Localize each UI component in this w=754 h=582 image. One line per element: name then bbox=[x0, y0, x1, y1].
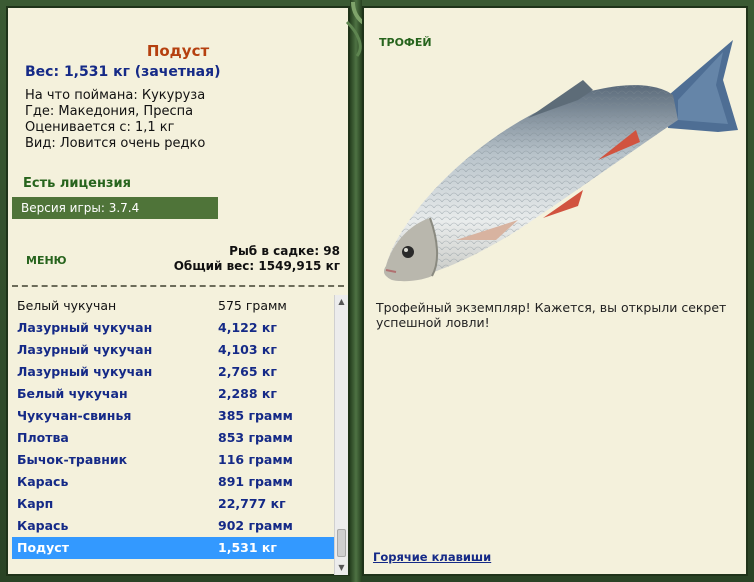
catch-fish-name: Лазурный чукучан bbox=[17, 320, 153, 335]
catch-fish-name: Карась bbox=[17, 518, 69, 533]
scroll-down-icon[interactable]: ▼ bbox=[335, 561, 348, 575]
fish-name: Подуст bbox=[146, 42, 210, 60]
catch-fish-name: Белый чукучан bbox=[17, 386, 128, 401]
catch-total-weight: Общий вес: 1549,915 кг bbox=[173, 259, 340, 273]
right-panel: ТРОФЕЙ Трофейный экземпляр! Кажется, вы … bbox=[362, 6, 748, 576]
catch-fish-weight: 22,777 кг bbox=[218, 496, 286, 511]
catch-list-scrollbar[interactable]: ▲ ▼ bbox=[334, 295, 348, 575]
list-item[interactable]: Белый чукучан 2,288 кг bbox=[12, 383, 334, 405]
catch-fish-weight: 2,288 кг bbox=[218, 386, 277, 401]
trophy-message: Трофейный экземпляр! Кажется, вы открыли… bbox=[376, 300, 727, 330]
catch-fish-weight: 853 грамм bbox=[218, 430, 293, 445]
catch-fish-weight: 902 грамм bbox=[218, 518, 293, 533]
list-item[interactable]: Карась 902 грамм bbox=[12, 515, 334, 537]
list-item[interactable]: Лазурный чукучан 2,765 кг bbox=[12, 361, 334, 383]
fish-rarity: Вид: Ловится очень редко bbox=[25, 136, 206, 151]
list-item[interactable]: Бычок-травник 116 грамм bbox=[12, 449, 334, 471]
list-item[interactable]: Карась 891 грамм bbox=[12, 471, 334, 493]
catch-fish-name: Бычок-травник bbox=[17, 452, 128, 467]
catch-fish-name: Карась bbox=[17, 474, 69, 489]
dashed-divider bbox=[12, 285, 344, 287]
catch-fish-weight: 385 грамм bbox=[218, 408, 293, 423]
catch-fish-name: Лазурный чукучан bbox=[17, 342, 153, 357]
catch-fish-weight: 2,765 кг bbox=[218, 364, 277, 379]
list-item[interactable]: Плотва 853 грамм bbox=[12, 427, 334, 449]
catch-fish-name: Белый чукучан bbox=[17, 298, 117, 313]
list-item[interactable]: Лазурный чукучан 4,122 кг bbox=[12, 317, 334, 339]
catch-list[interactable]: Белый чукучан 575 грамм Лазурный чукучан 4,… bbox=[12, 295, 334, 575]
catch-fish-name: Лазурный чукучан bbox=[17, 364, 153, 379]
hotkeys-link[interactable]: Горячие клавиши bbox=[373, 550, 491, 564]
catch-count: Рыб в садке: 98 bbox=[229, 244, 340, 258]
list-item[interactable]: Лазурный чукучан 4,103 кг bbox=[12, 339, 334, 361]
list-item[interactable]: Карп 22,777 кг bbox=[12, 493, 334, 515]
catch-fish-name: Подуст bbox=[17, 540, 69, 555]
fish-image bbox=[384, 40, 738, 282]
fish-location: Где: Македония, Преспа bbox=[25, 104, 194, 119]
catch-fish-weight: 116 грамм bbox=[218, 452, 293, 467]
version-bar: Версия игры: 3.7.4 bbox=[12, 197, 218, 219]
fish-bait: На что поймана: Кукуруза bbox=[25, 88, 206, 103]
scroll-thumb[interactable] bbox=[337, 529, 346, 557]
catch-stats: Рыб в садке: 98 Общий вес: 1549,915 кг bbox=[174, 244, 340, 274]
left-panel: Подуст Вес: 1,531 кг (зачетная) На что п… bbox=[6, 6, 350, 576]
list-item[interactable]: Чукучан-свинья 385 грамм bbox=[12, 405, 334, 427]
fish-weight: Вес: 1,531 кг (зачетная) bbox=[25, 64, 221, 80]
license-status: Есть лицензия bbox=[23, 176, 131, 191]
panel-divider bbox=[350, 0, 362, 582]
fish-rated-from: Оценивается с: 1,1 кг bbox=[25, 120, 175, 135]
catch-fish-weight: 4,122 кг bbox=[218, 320, 277, 335]
catch-fish-weight: 4,103 кг bbox=[218, 342, 277, 357]
menu-button[interactable]: МЕНЮ bbox=[26, 254, 67, 267]
catch-fish-weight: 575 грамм bbox=[218, 298, 287, 313]
catch-fish-weight: 891 грамм bbox=[218, 474, 293, 489]
scroll-up-icon[interactable]: ▲ bbox=[335, 295, 348, 309]
catch-fish-name: Плотва bbox=[17, 430, 69, 445]
catch-fish-name: Карп bbox=[17, 496, 54, 511]
list-item[interactable]: Белый чукучан 575 грамм bbox=[12, 295, 334, 317]
list-item[interactable]: Подуст 1,531 кг bbox=[12, 537, 334, 559]
catch-fish-name: Чукучан-свинья bbox=[17, 408, 132, 423]
catch-fish-weight: 1,531 кг bbox=[218, 540, 277, 555]
